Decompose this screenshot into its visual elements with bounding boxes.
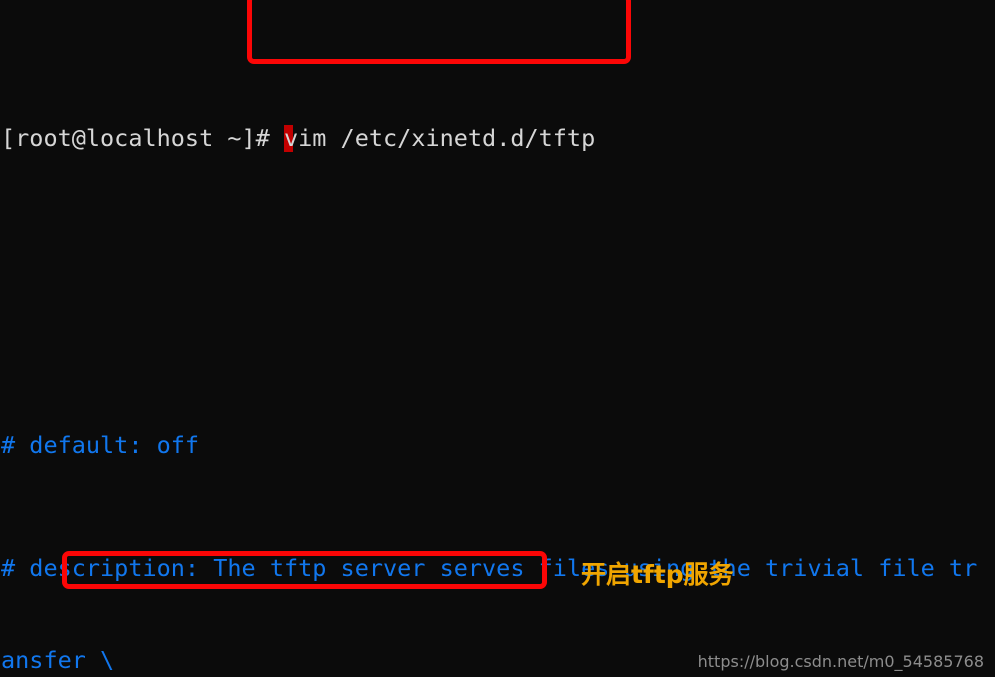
watermark-url: https://blog.csdn.net/m0_54585768 (697, 652, 984, 671)
annotation-enable-tftp: 开启tftp服务 (581, 560, 734, 589)
shell-prompt: [root@localhost ~]# (1, 123, 284, 152)
terminal-window: [root@localhost ~]# vim /etc/xinetd.d/tf… (0, 0, 995, 677)
terminal-screen: [root@localhost ~]# vim /etc/xinetd.d/tf… (0, 0, 995, 677)
vim-command: vim /etc/xinetd.d/tftp (283, 123, 596, 152)
comment-line-default: # default: off (1, 430, 200, 459)
comment-line-description: # description: The tftp server serves fi… (1, 553, 978, 582)
prompt-line: [root@localhost ~]# vim /etc/xinetd.d/tf… (0, 123, 995, 154)
